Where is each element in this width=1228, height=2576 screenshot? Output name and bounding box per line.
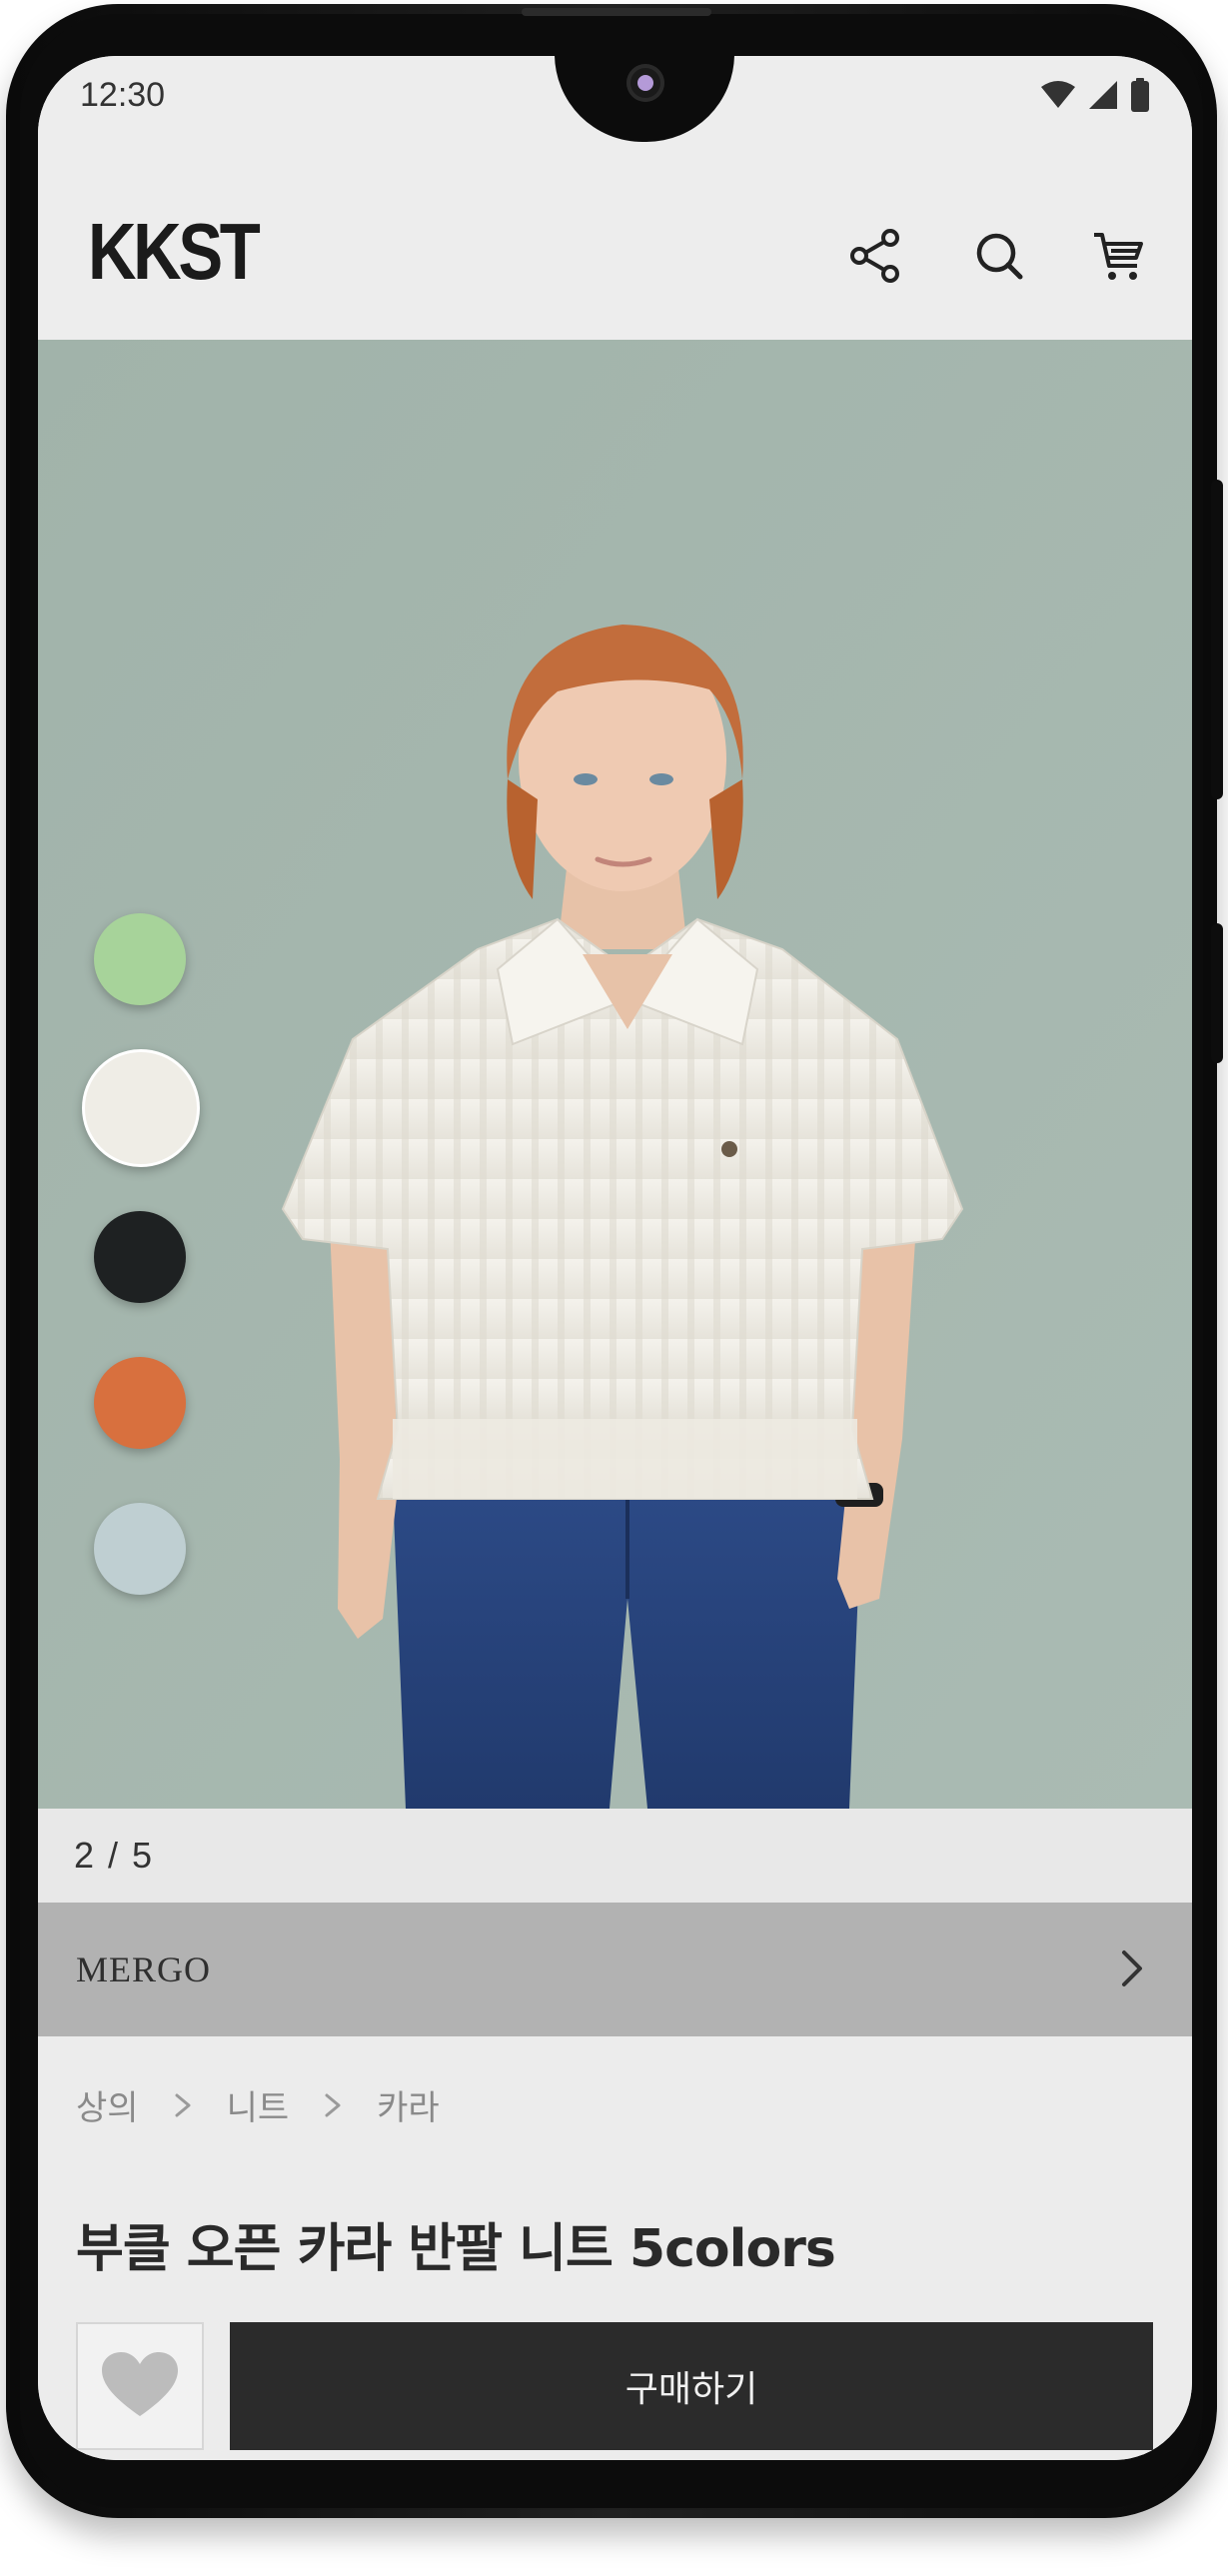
earpiece: [522, 8, 711, 16]
cart-icon: [1094, 233, 1143, 280]
breadcrumb-item[interactable]: 카라: [377, 2080, 440, 2129]
color-swatches: [82, 913, 212, 1613]
phone-frame: 12:30 KKST 2 / 5 MERGO 상의 니트 카라 부클 오픈 카라…: [6, 4, 1223, 2518]
search-button[interactable]: [969, 226, 1029, 286]
page-indicator: 2 / 5: [74, 1835, 155, 1876]
chevron-right-icon: [175, 2093, 191, 2116]
battery-icon: [1131, 78, 1149, 112]
status-time: 12:30: [80, 76, 166, 114]
share-icon: [850, 229, 899, 283]
product-info: 상의 니트 카라 부클 오픈 카라 반팔 니트 5colors 구매하기: [38, 2036, 1192, 2460]
front-camera: [626, 64, 664, 102]
brand-link[interactable]: MERGO: [38, 1903, 1192, 2036]
image-pager: 2 / 5: [38, 1809, 1192, 1903]
swatch-light-blue[interactable]: [94, 1503, 186, 1595]
status-icons: [1040, 78, 1150, 112]
chevron-right-icon: [1122, 1950, 1142, 1986]
volume-button: [1211, 480, 1223, 799]
breadcrumb-item[interactable]: 상의: [76, 2080, 139, 2129]
breadcrumb-item[interactable]: 니트: [227, 2080, 290, 2129]
store-logo[interactable]: KKST: [88, 206, 261, 298]
swatch-green[interactable]: [94, 913, 186, 1005]
wifi-icon: [1041, 81, 1075, 108]
like-button[interactable]: [76, 2322, 204, 2450]
power-button: [1211, 923, 1223, 1063]
share-button[interactable]: [845, 226, 905, 286]
heart-icon: [102, 2352, 178, 2416]
screen: 12:30 KKST 2 / 5 MERGO 상의 니트 카라 부클 오픈 카라…: [38, 56, 1192, 2460]
app-header: KKST: [38, 144, 1192, 340]
swatch-white[interactable]: [82, 1049, 200, 1167]
buy-button[interactable]: 구매하기: [230, 2322, 1153, 2450]
cart-button[interactable]: [1089, 226, 1149, 286]
search-icon: [976, 233, 1023, 280]
product-title: 부클 오픈 카라 반팔 니트 5colors: [76, 2219, 836, 2279]
brand-name: MERGO: [76, 1949, 212, 1989]
cell-signal-icon: [1089, 81, 1117, 109]
device-mockup: 12:30 KKST 2 / 5 MERGO 상의 니트 카라 부클 오픈 카라…: [0, 0, 1228, 2576]
product-image[interactable]: [38, 340, 1192, 1809]
swatch-orange[interactable]: [94, 1357, 186, 1449]
swatch-black[interactable]: [94, 1211, 186, 1303]
chevron-right-icon: [325, 2093, 341, 2116]
breadcrumb: 상의 니트 카라: [76, 2080, 440, 2129]
